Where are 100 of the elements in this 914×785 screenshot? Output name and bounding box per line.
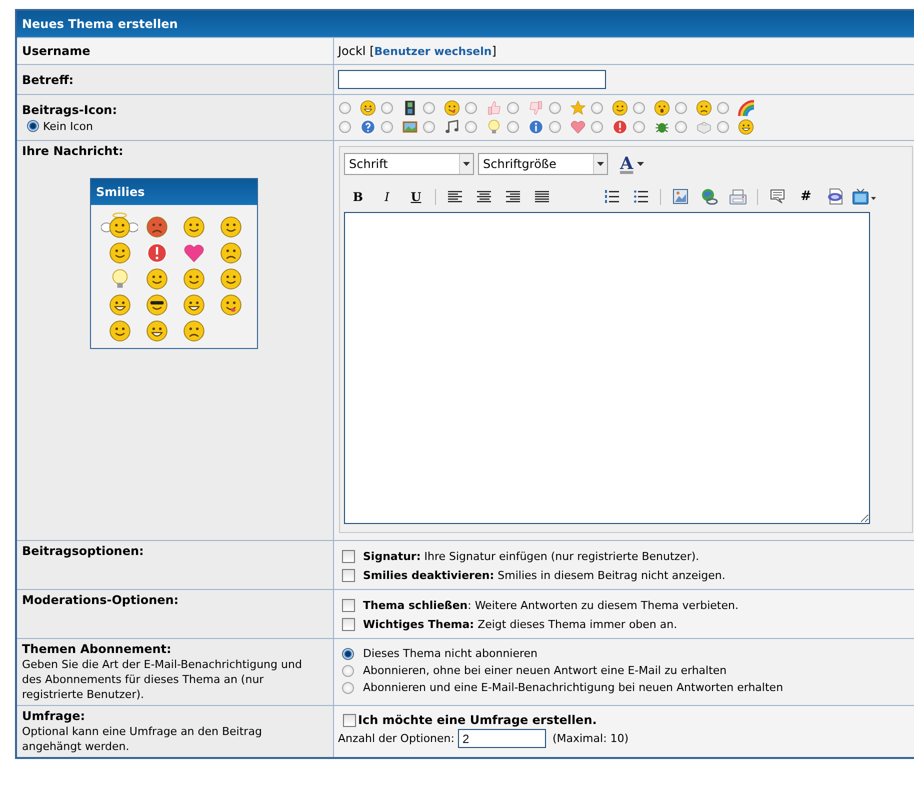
option-label: Kein Icon (43, 120, 93, 132)
picture-icon (672, 189, 688, 204)
field-description: Geben Sie die Art der E-Mail-Benachrichtigung und des Abonnements für dieses Thema an (nur registrierte Benutzer). (22, 657, 303, 702)
speech-bubble-icon (770, 189, 784, 204)
italic-button[interactable]: I (373, 186, 401, 208)
code-button[interactable]: # (792, 186, 820, 208)
php-file-icon (826, 188, 844, 205)
radio-button[interactable] (591, 121, 603, 133)
bullet-list-icon (634, 190, 648, 203)
rainbow-icon (738, 100, 754, 116)
option-label: Abonnieren und eine E-Mail-Benachrichtigung bei neuen Antworten erhalten (363, 681, 784, 694)
surprised-smiley-icon (654, 100, 670, 116)
thumbs-up-icon (486, 100, 502, 116)
printer-icon (729, 188, 747, 204)
confused-smiley-icon (220, 242, 242, 264)
font-size-dropdown[interactable]: Schriftgröße (478, 153, 608, 175)
field-label: Anzahl der Optionen: (338, 732, 454, 745)
smiley-icon (612, 100, 628, 116)
radio-button[interactable] (675, 121, 687, 133)
checkbox[interactable] (343, 714, 356, 726)
field-label: Beitragsoptionen: (22, 544, 144, 558)
music-note-icon (444, 119, 460, 135)
smiley-icon (220, 216, 242, 238)
radio-button[interactable] (339, 102, 351, 114)
option-label: Signatur: Ihre Signatur einfügen (nur registrierte Benutzer). (363, 550, 700, 563)
bold-button[interactable]: B (344, 186, 372, 208)
exclamation-icon (612, 119, 628, 135)
options-count-field[interactable]: 2 (458, 729, 546, 748)
field-description: Optional kann eine Umfrage an den Beitrag angehängt werden. (22, 724, 263, 754)
media-button[interactable] (850, 186, 878, 208)
angel-smiley-icon (100, 212, 138, 238)
align-right-icon (506, 190, 520, 202)
align-center-icon (477, 190, 491, 202)
radio-button[interactable] (342, 648, 354, 660)
grin-smiley-icon (360, 100, 376, 116)
smiley-icon (146, 320, 168, 342)
field-label: Ihre Nachricht: (22, 144, 124, 158)
radio-button[interactable] (465, 102, 477, 114)
radio-button[interactable] (633, 102, 645, 114)
subject-field[interactable] (338, 70, 606, 89)
checkbox[interactable] (342, 599, 355, 612)
smiley-icon (220, 268, 242, 290)
radio-button[interactable] (549, 102, 561, 114)
radio-button[interactable] (381, 102, 393, 114)
tv-icon (852, 188, 876, 205)
hint-text: (Maximal: 10) (552, 732, 629, 745)
radio-button[interactable] (675, 102, 687, 114)
checkbox[interactable] (342, 550, 355, 563)
radio-button[interactable] (27, 120, 39, 132)
field-label: Betreff: (22, 72, 74, 86)
sleepy-smiley-icon (146, 268, 168, 290)
radio-button[interactable] (423, 121, 435, 133)
align-justify-icon (535, 190, 549, 202)
lightbulb-icon (486, 119, 502, 135)
smug-smiley-icon (108, 242, 130, 264)
tongue-smiley-icon (220, 294, 242, 316)
blushing-smiley-icon (182, 216, 204, 238)
radio-button[interactable] (465, 121, 477, 133)
option-label: Thema schließen: Weitere Antworten zu diesem Thema verbieten. (363, 599, 738, 612)
panel-title: Smilies (91, 179, 257, 205)
option-label: Ich möchte eine Umfrage erstellen. (358, 713, 597, 727)
checkbox[interactable] (342, 569, 355, 582)
font-dropdown[interactable]: Schrift (344, 153, 474, 175)
radio-button[interactable] (549, 121, 561, 133)
star-icon (570, 100, 586, 116)
radio-button[interactable] (342, 682, 354, 694)
message-field[interactable] (344, 212, 870, 524)
grin-smiley-icon (738, 119, 754, 135)
bracket-text: ] (492, 44, 496, 58)
option-label: Dieses Thema nicht abonnieren (363, 647, 538, 660)
radio-button[interactable] (342, 664, 354, 676)
underline-button[interactable]: U (402, 186, 430, 208)
bracket-text: [ (370, 44, 374, 58)
radio-button[interactable] (717, 102, 729, 114)
sad-smiley-icon (696, 100, 712, 116)
grin-smiley-icon (108, 294, 130, 316)
checkbox[interactable] (342, 618, 355, 631)
radio-button[interactable] (381, 121, 393, 133)
sunglasses-smiley-icon (146, 294, 168, 316)
caret-icon (637, 162, 644, 166)
radio-button[interactable] (717, 121, 729, 133)
thumbs-down-icon (528, 100, 544, 116)
picture-icon (402, 119, 418, 135)
field-label: Umfrage: (22, 709, 86, 723)
switch-user-link[interactable]: Benutzer wechseln (374, 45, 492, 58)
heart-icon (570, 119, 586, 135)
caret-icon (597, 162, 604, 166)
radio-button[interactable] (339, 121, 351, 133)
radio-button[interactable] (591, 102, 603, 114)
radio-button[interactable] (507, 102, 519, 114)
option-label: Abonnieren, ohne bei einer neuen Antwort eine E-Mail zu erhalten (363, 664, 727, 677)
radio-button[interactable] (423, 102, 435, 114)
radio-button[interactable] (633, 121, 645, 133)
field-label: Beitrags-Icon: (22, 102, 118, 116)
numbered-list-icon (605, 190, 619, 203)
radio-button[interactable] (507, 121, 519, 133)
tongue-smiley-icon (444, 100, 460, 116)
angry-smiley-icon (146, 216, 168, 238)
brick-icon (696, 119, 712, 135)
text-color-button[interactable]: A (612, 154, 652, 174)
